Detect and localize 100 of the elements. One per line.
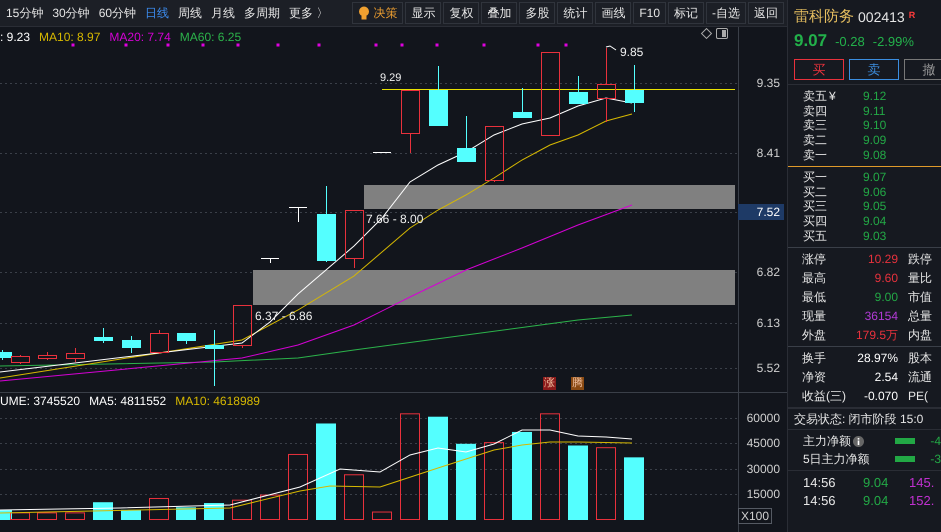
tick-volume: 152. — [909, 492, 934, 510]
order-price: 9.06 — [863, 186, 886, 198]
toolbar-button[interactable]: -自选 — [706, 2, 746, 24]
toolbar-button[interactable]: 显示 — [405, 2, 442, 24]
candlestick — [94, 328, 113, 344]
period-tab[interactable]: 30分钟 — [52, 4, 90, 22]
axis-label: 6.13 — [756, 315, 781, 331]
period-tab[interactable]: 15分钟 — [6, 4, 44, 22]
axis-label: 6.82 — [756, 264, 781, 280]
volume-bar — [260, 494, 280, 520]
toolbar-button[interactable]: 统计 — [557, 2, 594, 24]
volume-bar — [65, 512, 85, 520]
order-level-label: 买二 — [803, 186, 827, 198]
stat-value: -0.070 — [862, 390, 898, 402]
order-price: 9.07 — [863, 171, 886, 184]
stat-label: 净资 — [802, 371, 827, 384]
info-icon[interactable] — [853, 436, 864, 447]
stock-name: 雷科防务 — [794, 7, 854, 28]
toolbar-button[interactable]: 叠加 — [481, 2, 518, 24]
volume-bar — [372, 512, 392, 520]
stat-label: 最低 — [802, 290, 827, 303]
panel-toggle-icon — [716, 28, 728, 39]
tag-label: 腾 — [571, 377, 584, 390]
order-level-label: 卖五 — [803, 90, 827, 102]
toolbar-button[interactable]: 返回 — [748, 2, 784, 24]
candlestick — [372, 152, 392, 153]
candlestick — [345, 210, 364, 268]
order-level-label: 卖四 — [803, 104, 827, 117]
period-tab[interactable]: 多周期 — [244, 4, 280, 22]
legend-label: : 9.23 — [0, 29, 30, 46]
toolbar-button[interactable]: 复权 — [443, 2, 480, 24]
candlestick — [513, 88, 532, 118]
flow-value: -3 — [930, 451, 941, 468]
toolbar-button[interactable]: 画线 — [595, 2, 632, 24]
legend-label: MA5: 4811552 — [89, 393, 166, 410]
order-level-label: 卖三 — [803, 119, 827, 132]
candlestick — [177, 333, 196, 344]
tick-price: 9.04 — [863, 492, 890, 510]
axis-label: 45000 — [746, 436, 781, 450]
toolbar-button[interactable]: 决策 — [352, 2, 404, 24]
trade-button[interactable]: 买 — [794, 58, 844, 80]
percent-change: -2.99% — [872, 33, 914, 51]
period-tab[interactable]: 60分钟 — [98, 4, 136, 22]
stat-label: 跌停 — [908, 253, 932, 266]
stat-value: 10.29 — [866, 253, 898, 266]
stat-label: 量比 — [908, 272, 932, 284]
volume-bar — [288, 454, 308, 520]
tick-volume: 145. — [909, 474, 934, 492]
order-price: 9.11 — [863, 104, 886, 117]
candlestick — [66, 348, 85, 362]
order-level-label: 卖一 — [803, 148, 827, 161]
order-price: 9.04 — [863, 215, 886, 228]
stat-label: 涨停 — [802, 253, 827, 266]
axis-label: 15000 — [746, 487, 781, 501]
tick-price: 9.04 — [863, 474, 890, 492]
currency-mark: ¥ — [829, 90, 836, 102]
period-tab[interactable]: 更多 〉 — [289, 4, 328, 22]
legend-label: MA20: 7.74 — [109, 29, 171, 46]
stat-label: 总量 — [908, 310, 932, 322]
trade-button[interactable]: 卖 — [849, 58, 899, 80]
stat-value: 2.54 — [874, 371, 898, 384]
candlestick — [485, 126, 504, 182]
axis-label: 30000 — [746, 462, 781, 476]
order-price: 9.08 — [863, 148, 886, 161]
axis-label: 60000 — [746, 411, 781, 425]
order-level-label: 买一 — [803, 171, 827, 184]
candlestick — [625, 64, 644, 112]
period-tab[interactable]: 日线 — [145, 4, 170, 22]
legend-label: MA60: 6.25 — [180, 29, 242, 46]
axis-label: 5.52 — [756, 360, 781, 376]
flow-value: -4 — [930, 433, 941, 450]
candlestick — [401, 90, 420, 154]
flow-bar — [894, 438, 916, 444]
stat-value: 9.60 — [874, 272, 898, 284]
lightbulb-icon — [358, 6, 370, 20]
candlestick — [457, 116, 476, 162]
candlestick — [122, 336, 141, 354]
toolbar-button[interactable]: 多股 — [519, 2, 556, 24]
flow-bar — [894, 456, 916, 462]
stock-code: 002413 — [858, 8, 905, 27]
diamond-icon — [700, 28, 712, 40]
candlestick — [205, 330, 224, 386]
toolbar-button[interactable]: F10 — [633, 2, 666, 24]
order-price: 9.12 — [863, 90, 886, 102]
order-price: 9.05 — [863, 200, 886, 212]
legend-label: UME: 3745520 — [0, 393, 80, 410]
trade-button[interactable]: 撤 — [904, 58, 941, 80]
order-price: 9.10 — [863, 119, 886, 132]
order-price: 9.09 — [863, 134, 886, 146]
period-tab[interactable]: 月线 — [211, 4, 236, 22]
period-tab[interactable]: 周线 — [178, 4, 202, 22]
legend-label: MA10: 8.97 — [39, 29, 100, 46]
order-level-label: 卖二 — [803, 134, 827, 146]
toolbar-button[interactable]: 标记 — [668, 2, 704, 24]
price-change: -0.28 — [835, 33, 865, 51]
flow-label: 主力净额 — [803, 433, 851, 450]
unit-label: X100 — [738, 508, 772, 524]
stat-label: 市值 — [908, 290, 932, 303]
stat-label: 股本 — [908, 352, 932, 364]
candlestick — [260, 258, 280, 264]
